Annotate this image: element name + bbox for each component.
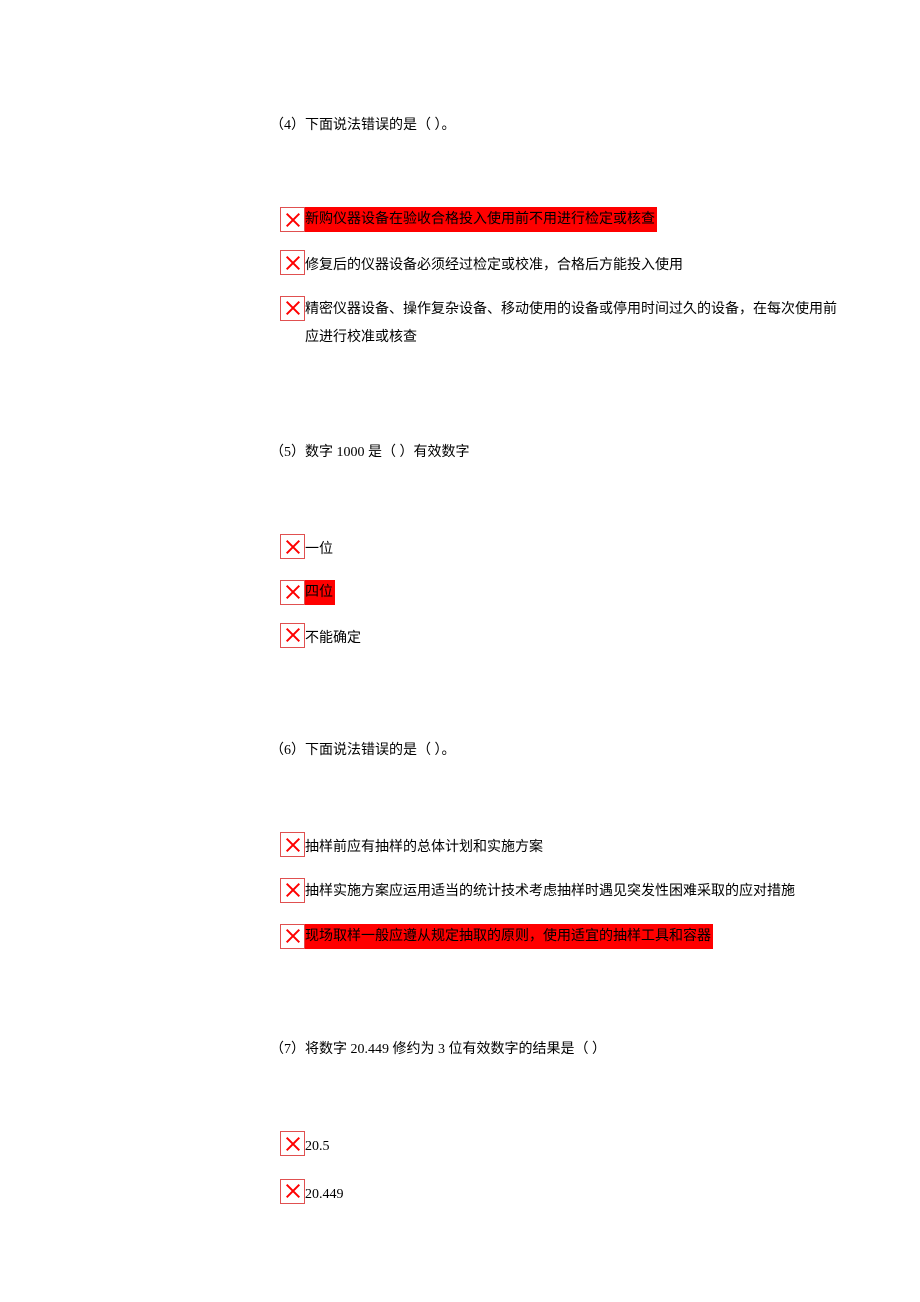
document-content: （4）下面说法错误的是（ ）。 新购仪器设备在验收合格投入使用前不用进行检定或核… bbox=[0, 115, 920, 1206]
question-6: （6）下面说法错误的是（ ）。 抽样前应有抽样的总体计划和实施方案 抽样实施方案… bbox=[270, 740, 840, 949]
q6-options: 抽样前应有抽样的总体计划和实施方案 抽样实施方案应运用适当的统计技术考虑抽样时遇… bbox=[270, 832, 840, 948]
q6-option-b: 抽样实施方案应运用适当的统计技术考虑抽样时遇见突发性困难采取的应对措施 bbox=[280, 878, 840, 906]
question-7: （7）将数字 20.449 修约为 3 位有效数字的结果是（ ） 20.5 20… bbox=[270, 1039, 840, 1206]
cross-icon bbox=[280, 207, 305, 232]
q5-option-c-text: 不能确定 bbox=[305, 623, 840, 650]
q4-option-c-text: 精密仪器设备、操作复杂设备、移动使用的设备或停用时间过久的设备，在每次使用前应进… bbox=[305, 296, 840, 352]
q5-option-a: 一位 bbox=[280, 534, 840, 561]
q4-options: 新购仪器设备在验收合格投入使用前不用进行检定或核查 修复后的仪器设备必须经过检定… bbox=[270, 207, 840, 351]
q6-option-b-text: 抽样实施方案应运用适当的统计技术考虑抽样时遇见突发性困难采取的应对措施 bbox=[305, 878, 840, 906]
cross-icon bbox=[280, 1179, 305, 1204]
q7-stem: 将数字 20.449 修约为 3 位有效数字的结果是（ ） bbox=[305, 1042, 606, 1057]
q4-option-b: 修复后的仪器设备必须经过检定或校准，合格后方能投入使用 bbox=[280, 250, 840, 277]
q7-option-b-text: 20.449 bbox=[305, 1179, 840, 1206]
cross-icon bbox=[280, 832, 305, 857]
cross-icon bbox=[280, 250, 305, 275]
q7-option-a: 20.5 bbox=[280, 1131, 840, 1158]
q5-option-a-text: 一位 bbox=[305, 534, 840, 561]
question-5-text: （5）数字 1000 是（ ）有效数字 bbox=[270, 442, 840, 464]
q7-option-a-text: 20.5 bbox=[305, 1131, 840, 1158]
q6-stem: 下面说法错误的是（ ）。 bbox=[305, 743, 456, 758]
cross-icon bbox=[280, 924, 305, 949]
question-7-text: （7）将数字 20.449 修约为 3 位有效数字的结果是（ ） bbox=[270, 1039, 840, 1061]
question-5: （5）数字 1000 是（ ）有效数字 一位 四位 不能确定 bbox=[270, 442, 840, 650]
q6-number: （6） bbox=[270, 743, 305, 758]
q4-option-c: 精密仪器设备、操作复杂设备、移动使用的设备或停用时间过久的设备，在每次使用前应进… bbox=[280, 296, 840, 352]
q5-option-b: 四位 bbox=[280, 580, 840, 605]
question-4-text: （4）下面说法错误的是（ ）。 bbox=[270, 115, 840, 137]
cross-icon bbox=[280, 296, 305, 321]
q6-option-a: 抽样前应有抽样的总体计划和实施方案 bbox=[280, 832, 840, 859]
q4-stem: 下面说法错误的是（ ）。 bbox=[305, 118, 456, 133]
q4-option-a-text: 新购仪器设备在验收合格投入使用前不用进行检定或核查 bbox=[305, 207, 657, 232]
q7-number: （7） bbox=[270, 1042, 305, 1057]
q5-stem: 数字 1000 是（ ）有效数字 bbox=[305, 445, 470, 460]
cross-icon bbox=[280, 1131, 305, 1156]
cross-icon bbox=[280, 534, 305, 559]
cross-icon bbox=[280, 623, 305, 648]
q4-option-a: 新购仪器设备在验收合格投入使用前不用进行检定或核查 bbox=[280, 207, 840, 232]
question-4: （4）下面说法错误的是（ ）。 新购仪器设备在验收合格投入使用前不用进行检定或核… bbox=[270, 115, 840, 352]
q4-number: （4） bbox=[270, 118, 305, 133]
q5-option-c: 不能确定 bbox=[280, 623, 840, 650]
q7-options: 20.5 20.449 bbox=[270, 1131, 840, 1206]
q6-option-c-text: 现场取样一般应遵从规定抽取的原则，使用适宜的抽样工具和容器 bbox=[305, 924, 713, 949]
cross-icon bbox=[280, 878, 305, 903]
q6-option-c: 现场取样一般应遵从规定抽取的原则，使用适宜的抽样工具和容器 bbox=[280, 924, 840, 949]
q4-option-b-text: 修复后的仪器设备必须经过检定或校准，合格后方能投入使用 bbox=[305, 250, 840, 277]
question-6-text: （6）下面说法错误的是（ ）。 bbox=[270, 740, 840, 762]
q6-option-a-text: 抽样前应有抽样的总体计划和实施方案 bbox=[305, 832, 840, 859]
q5-options: 一位 四位 不能确定 bbox=[270, 534, 840, 650]
cross-icon bbox=[280, 580, 305, 605]
q7-option-b: 20.449 bbox=[280, 1179, 840, 1206]
q5-option-b-text: 四位 bbox=[305, 580, 335, 605]
q5-number: （5） bbox=[270, 445, 305, 460]
